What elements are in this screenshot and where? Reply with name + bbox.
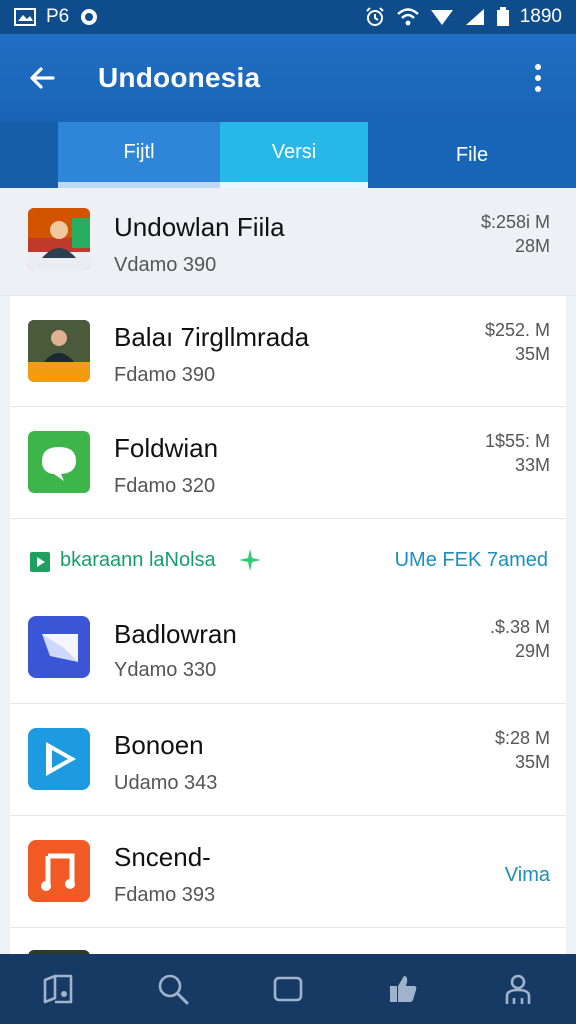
arrow-left-icon [30,67,55,89]
list-item[interactable]: Bonoen Udamo 343 $:28 M 35M [10,704,566,816]
chat-bubble-icon [28,431,90,493]
list-item[interactable]: Badlowran Ydamo 330 .$.38 M 29M [10,593,566,704]
tab-spacer [0,122,58,188]
promo-text: bkaraann laNolsa [60,549,216,571]
promo-link[interactable]: UMe FEK 7amed [395,549,548,572]
square-icon [273,976,303,1002]
tab-bar: Fijtl Versi File [0,122,576,188]
tab-file[interactable]: File [368,122,576,188]
list-item[interactable]: Sncend- Fdamo 393 Vima [10,816,566,928]
list-item[interactable]: Undowlan Fiila Vdamo 390 $:258i M 28M [0,188,576,296]
app-size: 35M [514,344,550,364]
library-icon [43,974,72,1004]
signal-icon [430,7,454,27]
thumbs-up-icon [390,976,417,1002]
app-price: $:258i M [480,212,550,232]
more-vert-icon [535,64,541,92]
app-size: 33M [514,455,550,475]
nav-home[interactable] [253,959,323,1019]
app-price: 1$55: M [484,431,550,451]
app-size: 35M [514,752,550,772]
person-icon [506,974,531,1004]
app-name: Bonoen [114,730,204,760]
list-item[interactable]: Foldwian Fdamo 320 1$55: M 33M [10,407,566,519]
status-left: P6 [14,6,99,28]
search-icon [158,974,189,1005]
app-title: Undoonesia [98,62,261,93]
alarm-icon [364,6,386,28]
tab-fijtl[interactable]: Fijtl [58,122,220,188]
app-price: .$.38 M [489,617,550,637]
list-item-partial[interactable] [10,928,566,954]
play-triangle-icon [28,728,90,790]
status-bar: P6 1890 [0,0,576,34]
gallery-icon [14,8,36,26]
app-list: Undowlan Fiila Vdamo 390 $:258i M 28M Ba… [0,188,576,954]
photo-thumbnail-icon [28,320,90,382]
app-price: $:28 M [494,728,550,748]
app-name: Sncend- [114,842,211,872]
app-name: Foldwian [114,433,219,463]
nav-like[interactable] [368,959,438,1019]
tab-versi[interactable]: Versi [220,122,368,188]
nav-profile[interactable] [483,959,553,1019]
more-options-button[interactable] [500,34,576,122]
send-arrow-icon [28,616,90,678]
app-name: Balaı 7irgllmrada [114,322,310,352]
sparkle-icon [239,549,261,571]
status-right: 1890 [364,6,562,28]
app-version: Fdamo 320 [114,475,216,497]
play-icon [30,552,50,572]
app-version: Ydamo 330 [114,659,217,681]
battery-icon [496,7,510,27]
status-left-text: P6 [46,6,70,27]
app-name: Undowlan Fiila [114,212,285,242]
music-note-icon [28,840,90,902]
nav-library[interactable] [23,959,93,1019]
app-size: 28M [514,236,550,256]
app-price: $252. M [484,320,550,340]
bottom-nav [0,954,576,1024]
cellular-icon [464,7,486,27]
app-version: Vdamo 390 [114,254,217,276]
wifi-icon [396,7,420,27]
app-bar: Undoonesia [0,34,576,122]
notification-circle-icon [79,7,99,27]
app-version: Fdamo 393 [114,884,216,906]
status-time: 1890 [519,6,562,27]
list-item[interactable]: Balaı 7irgllmrada Fdamo 390 $252. M 35M [10,296,566,407]
view-link[interactable]: Vima [505,864,550,887]
app-version: Udamo 343 [114,772,218,794]
nav-search[interactable] [138,959,208,1019]
app-version: Fdamo 390 [114,364,216,386]
photo-thumbnail-icon [28,208,90,270]
app-size: 29M [514,641,550,661]
back-button[interactable] [0,34,84,122]
app-name: Badlowran [114,619,237,649]
